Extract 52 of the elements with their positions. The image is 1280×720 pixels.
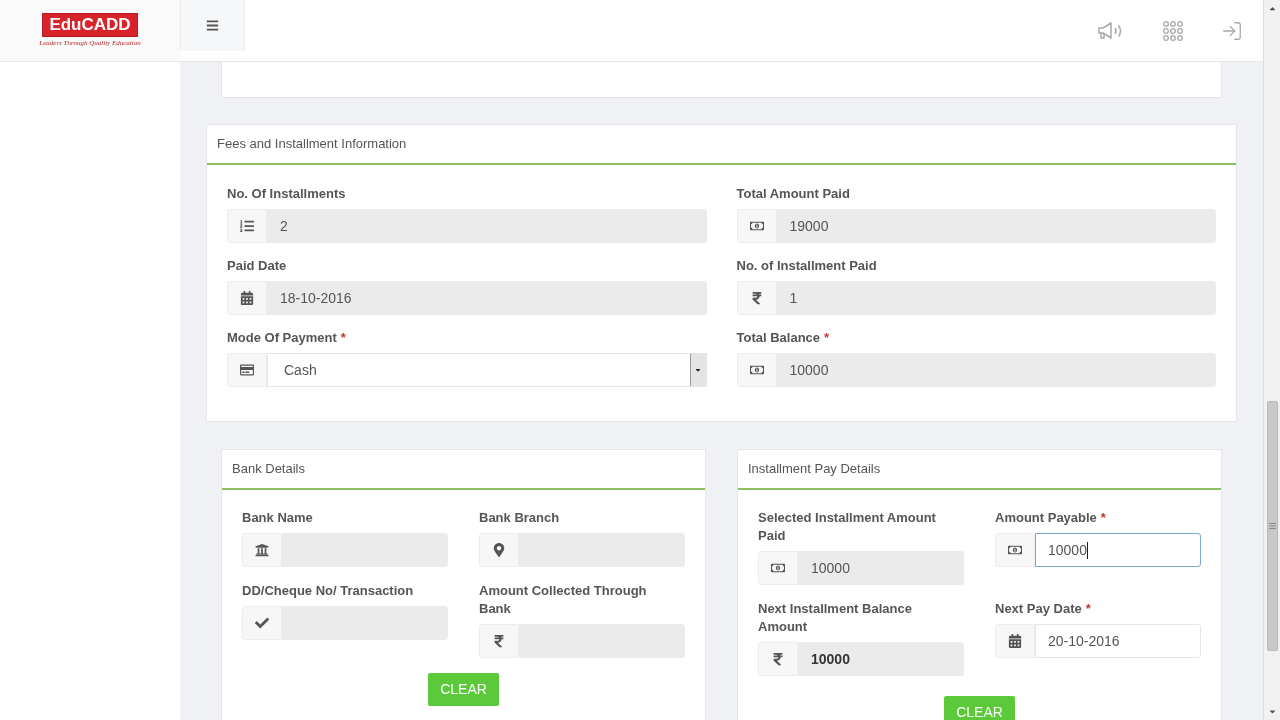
scrollbar-thumb[interactable] [1266,401,1278,651]
field-label: Amount Payable * [995,509,1107,527]
dropdown-toggle[interactable] [689,354,706,386]
brand-logo[interactable]: EduCADD [42,13,138,37]
field-label: No. of Installment Paid [736,257,878,275]
field-label: Mode Of Payment * [227,329,347,347]
scroll-up-icon[interactable] [1267,4,1277,13]
scroll-down-icon[interactable] [1267,707,1277,716]
login-icon[interactable] [1221,19,1243,42]
input-field[interactable]: 10000 [776,353,1216,387]
field-label: Bank Branch [479,509,561,527]
grip-icon [1268,523,1276,529]
field-label: Total Balance * [736,329,831,347]
input-field[interactable]: 10000 [798,642,964,676]
bank-building-icon [255,543,269,557]
input-field[interactable]: 20-10-2016 [1035,624,1201,658]
panel-title: Installment Pay Details [748,460,881,479]
field-label: Total Amount Paid [736,185,851,203]
check-icon [255,616,269,630]
credit-card-icon [240,363,254,377]
numbered-list-icon [240,219,254,233]
panel-title: Fees and Installment Information [217,135,407,154]
field-label: Bank Name [242,509,314,527]
field-label: No. Of Installments [227,185,347,203]
input-field[interactable]: 10000 [798,551,964,585]
calendar-icon [240,291,254,305]
field-label: Next Pay Date * [995,600,1092,618]
payment-select[interactable]: Cash [267,353,707,387]
input-field[interactable]: 10000 [1035,533,1201,567]
input-field[interactable]: 2 [267,209,707,243]
rupee-icon [771,652,785,666]
banknote-icon [771,561,785,575]
banknote-icon [1008,543,1022,557]
text-cursor-icon [1086,541,1088,559]
calendar-icon [1008,634,1022,648]
input-field[interactable]: 1 [776,281,1216,315]
input-field[interactable]: 19000 [776,209,1216,243]
caret-down-icon [694,366,702,374]
banknote-icon [749,219,764,233]
field-label: DD/Cheque No/ Transaction [242,582,415,600]
field-label: Selected Installment Amount Paid [758,509,937,545]
map-pin-icon [492,543,506,557]
menu-icon [206,19,219,32]
input-field[interactable]: 18-10-2016 [267,281,707,315]
field-label: Paid Date [227,257,288,275]
panel-title: Bank Details [232,460,305,479]
rupee-icon [492,634,506,648]
field-label: Amount Collected Through Bank [479,582,648,618]
field-label: Next Installment Balance Amount [758,600,913,636]
banknote-icon [749,363,764,377]
app-grid-icon[interactable] [1163,20,1183,41]
menu-button[interactable] [180,0,245,51]
